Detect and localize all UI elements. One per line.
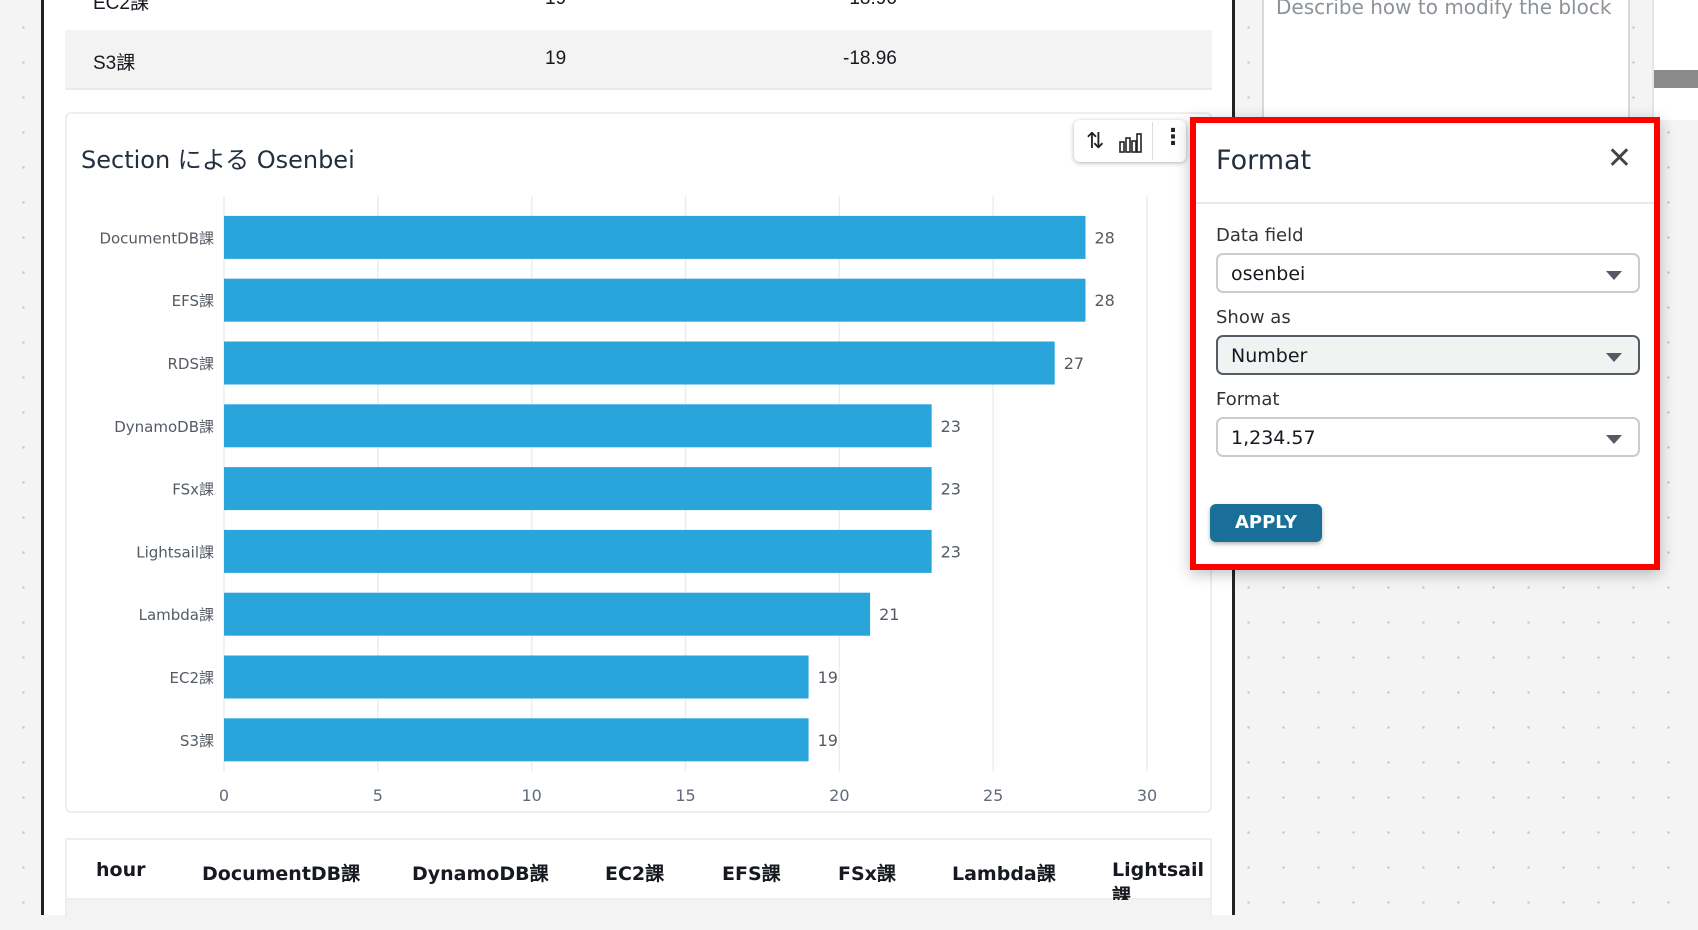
format-label: Format [1216, 389, 1280, 410]
cell-section: EC2課 [93, 0, 149, 14]
x-tick-label: 25 [983, 786, 1003, 805]
cell-count: 19 [545, 48, 567, 69]
x-tick-label: 15 [675, 786, 695, 805]
data-label: 23 [941, 417, 961, 436]
y-tick-label: Lambda課 [139, 606, 214, 624]
y-tick-label: S3課 [180, 732, 214, 750]
data-label: 23 [941, 542, 961, 561]
scrollbar[interactable] [1654, 70, 1698, 88]
data-label: 21 [879, 605, 899, 624]
show-as-select[interactable]: Number [1216, 335, 1640, 375]
cell-section: S3課 [93, 53, 136, 74]
cell-count: 19 [545, 0, 566, 10]
data-label: 19 [818, 731, 838, 750]
column-header[interactable]: DynamoDB課 [412, 859, 549, 886]
close-icon[interactable]: ✕ [1607, 141, 1632, 176]
chevron-down-icon [1606, 435, 1622, 444]
bar [224, 467, 932, 511]
data-label: 27 [1064, 354, 1084, 373]
y-tick-label: Lightsail課 [136, 543, 214, 561]
table-row: S3課 19 -18.96 [65, 30, 1212, 90]
column-header[interactable]: DocumentDB課 [202, 859, 360, 886]
bar [224, 529, 932, 573]
modify-block-textarea[interactable]: Describe how to modify the block [1262, 0, 1630, 120]
toolbar-divider [1152, 122, 1153, 160]
divider [1196, 202, 1654, 204]
bottom-table: hour DocumentDB課 DynamoDB課 EC2課 EFS課 FSx… [65, 838, 1212, 930]
format-panel: Format ✕ Data field osenbei Show as Numb… [1190, 117, 1660, 570]
chevron-down-icon [1606, 353, 1622, 362]
bar [224, 278, 1086, 322]
bar [224, 718, 809, 762]
chevron-down-icon [1606, 271, 1622, 280]
chart-card[interactable]: Section による Osenbei 0 5 10 15 20 25 30 Document… [65, 112, 1212, 813]
cell-delta: -18.96 [843, 48, 897, 69]
cell-delta: -18.96 [843, 0, 897, 10]
table-row: EC2課 19 -18.96 [65, 0, 1212, 32]
sort-icon[interactable]: ⇅ [1086, 128, 1104, 154]
y-tick-label: EC2課 [170, 669, 215, 687]
data-label: 28 [1094, 228, 1114, 247]
x-tick-label: 10 [521, 786, 541, 805]
show-as-label: Show as [1216, 307, 1291, 328]
bar-chart: 0 5 10 15 20 25 30 DocumentDB課 28 EFS課 28 RDS課 27 Dyn… [99, 196, 1157, 805]
column-header[interactable]: Lambda課 [952, 859, 1056, 886]
y-tick-label: FSx課 [172, 481, 214, 499]
x-tick-label: 5 [373, 786, 383, 805]
y-tick-label: EFS課 [172, 292, 214, 310]
x-tick-label: 30 [1137, 786, 1157, 805]
column-header[interactable]: EC2課 [605, 859, 664, 886]
x-tick-label: 20 [829, 786, 849, 805]
bar [224, 341, 1055, 385]
column-header[interactable]: hour [96, 859, 145, 881]
select-value: osenbei [1231, 263, 1306, 285]
y-tick-label: DynamoDB課 [114, 418, 214, 436]
apply-button[interactable]: APPLY [1210, 504, 1322, 542]
y-tick-label: DocumentDB課 [99, 229, 214, 247]
select-value: Number [1231, 345, 1308, 367]
chart-toolbar: ⇅ ⋮ [1074, 120, 1186, 162]
side-panel-edge [1652, 0, 1698, 120]
data-label: 19 [818, 668, 838, 687]
bar [224, 655, 809, 699]
textarea-placeholder: Describe how to modify the block [1276, 0, 1612, 19]
bar [224, 215, 1086, 259]
data-label: 28 [1094, 291, 1114, 310]
chart-type-icon[interactable] [1118, 130, 1142, 160]
select-value: 1,234.57 [1231, 427, 1316, 449]
more-options-icon[interactable]: ⋮ [1162, 124, 1184, 150]
y-tick-label: RDS課 [168, 355, 215, 373]
bar [224, 404, 932, 448]
data-label: 23 [941, 480, 961, 499]
table-row [67, 900, 1210, 930]
x-tick-label: 0 [219, 786, 229, 805]
bar [224, 592, 871, 636]
column-header[interactable]: FSx課 [838, 859, 896, 886]
column-header[interactable]: EFS課 [722, 859, 781, 886]
format-select[interactable]: 1,234.57 [1216, 417, 1640, 457]
panel-title: Format [1216, 145, 1312, 176]
table-header-row: hour DocumentDB課 DynamoDB課 EC2課 EFS課 FSx… [67, 840, 1210, 907]
data-field-label: Data field [1216, 225, 1304, 246]
data-field-select[interactable]: osenbei [1216, 253, 1640, 293]
